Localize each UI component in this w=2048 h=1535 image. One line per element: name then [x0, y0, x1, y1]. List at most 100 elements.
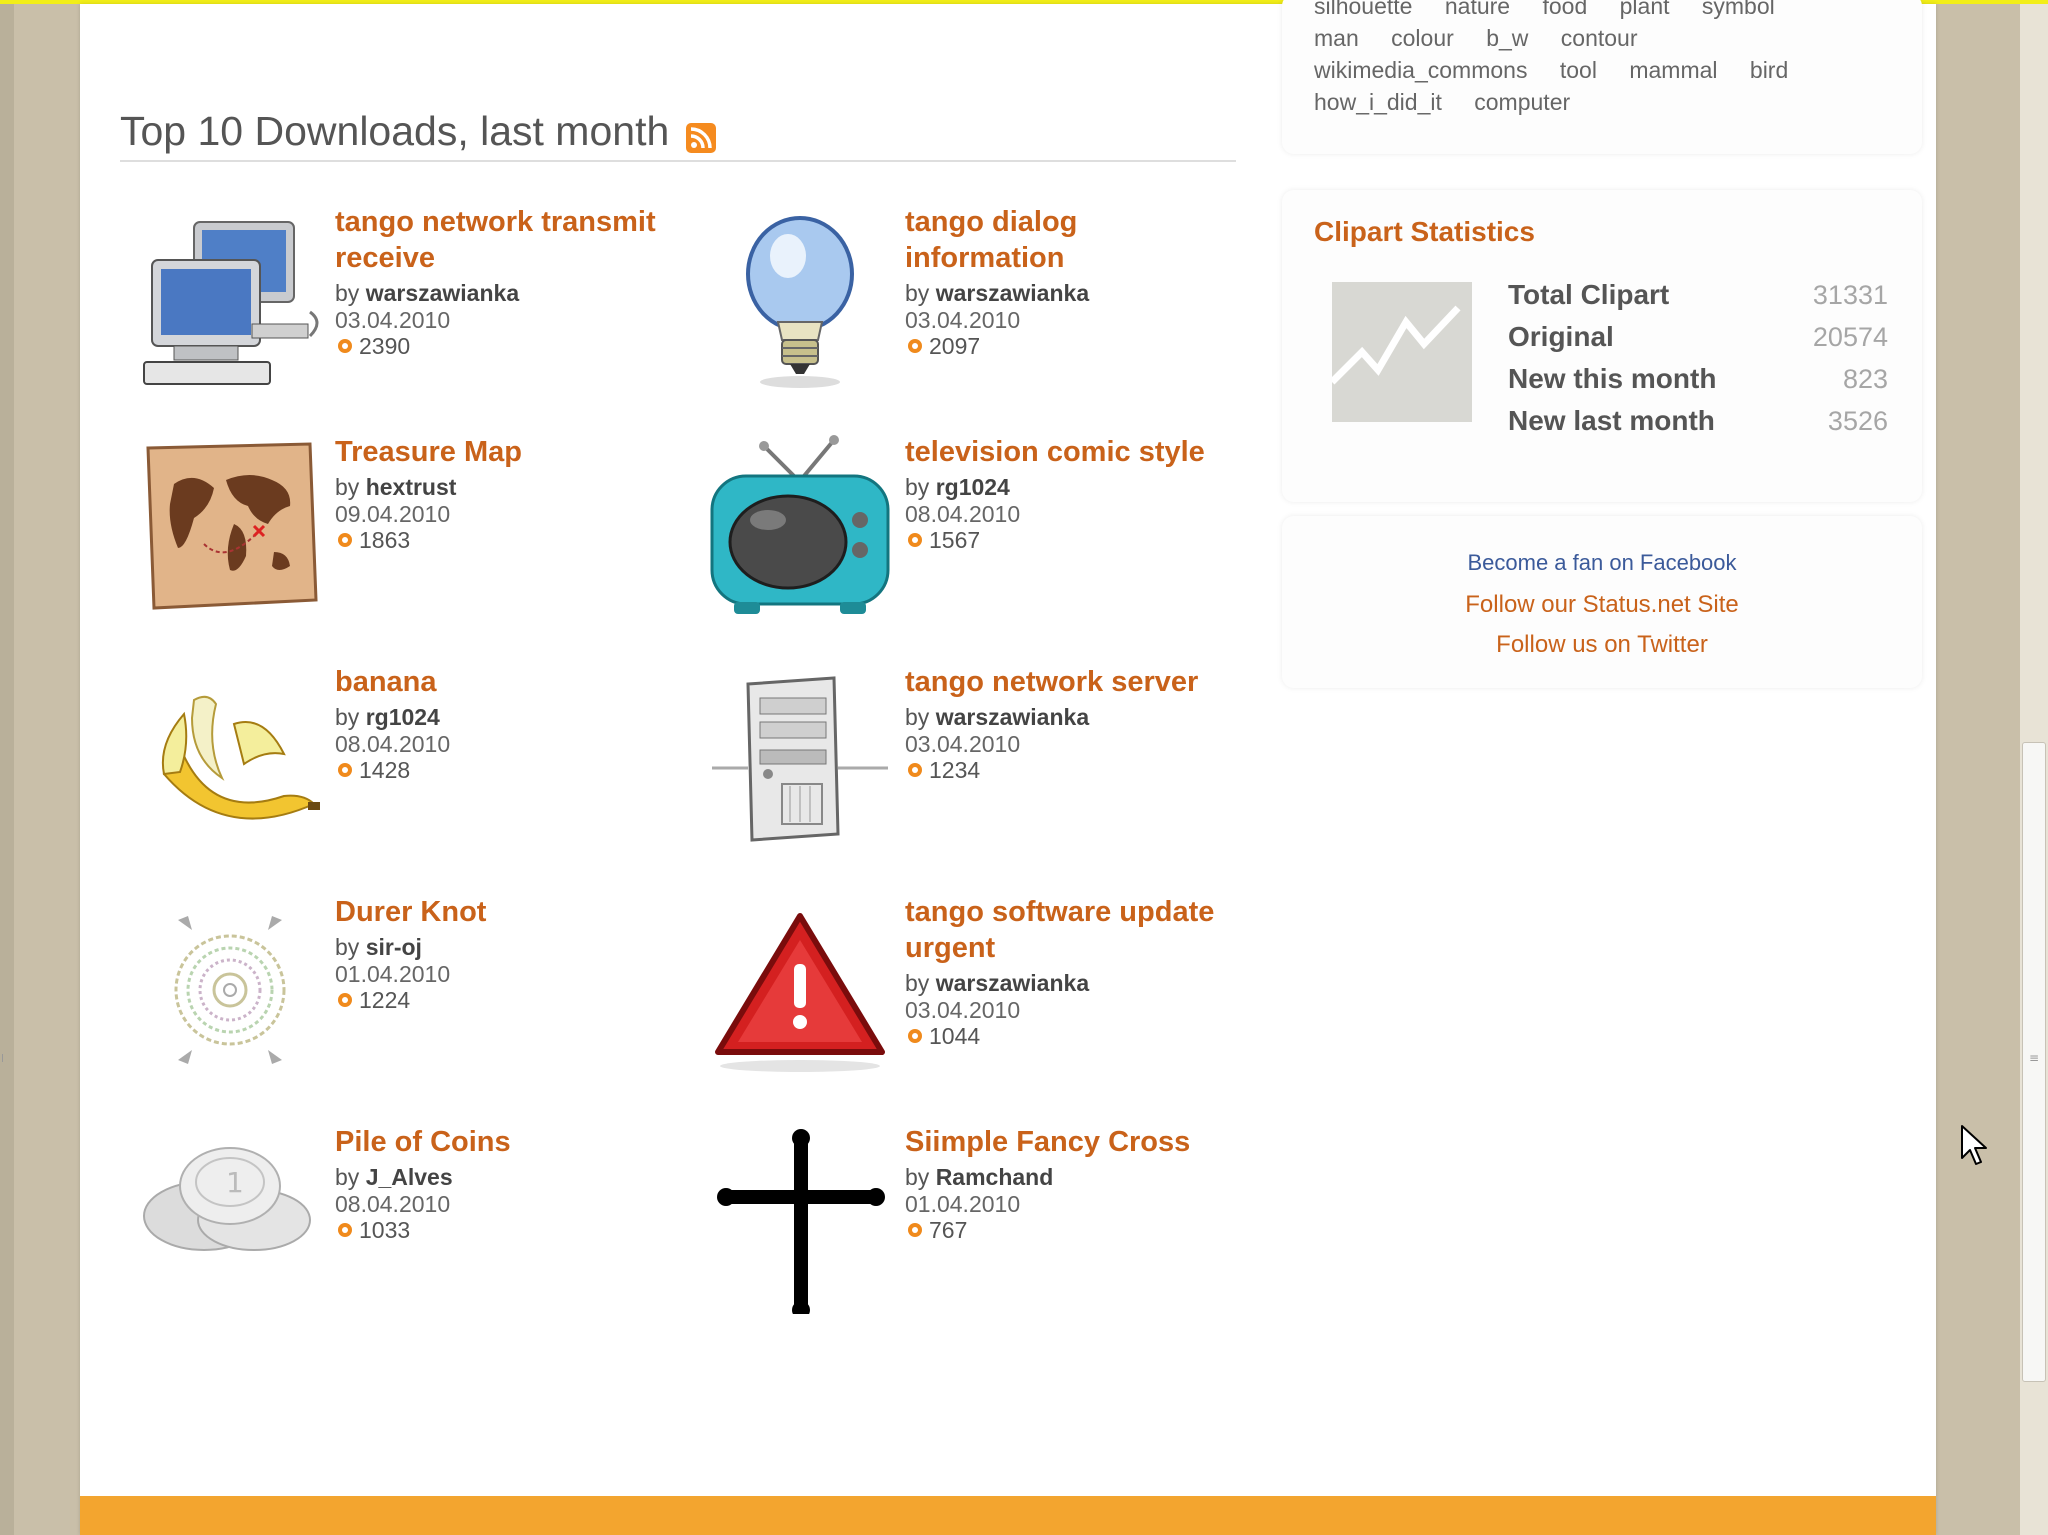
item-author: by rg1024 — [905, 474, 1265, 501]
title-line: tango network transmit — [335, 206, 656, 238]
tag-cloud-box: silhouette nature food plant symbol man … — [1282, 0, 1922, 154]
download-count: 1044 — [929, 1023, 981, 1049]
tag-row: man colour b_w contour — [1314, 22, 1914, 54]
item-title-link[interactable]: tango software update urgent — [905, 894, 1265, 966]
item-title-link[interactable]: banana — [335, 664, 695, 700]
coins-icon[interactable]: 1 — [134, 1124, 324, 1314]
stats-value: 3526 — [1827, 406, 1888, 436]
item-title-link[interactable]: tango dialog information — [905, 204, 1265, 276]
statistics-chart-icon — [1329, 282, 1472, 422]
tag-link[interactable]: b_w — [1486, 25, 1528, 51]
download-count: 1428 — [359, 757, 411, 783]
tag-link[interactable]: contour — [1561, 25, 1638, 51]
item-downloads: 1224 — [335, 987, 695, 1014]
stats-value: 823 — [1842, 364, 1888, 394]
item-info: Treasure Map by hextrust 09.04.2010 1863 — [335, 434, 695, 554]
item-title-link[interactable]: tango network server — [905, 664, 1265, 700]
stats-label: Original — [1508, 321, 1614, 352]
by-label: by — [905, 704, 930, 730]
tag-link[interactable]: computer — [1474, 89, 1570, 115]
author-link[interactable]: warszawianka — [936, 704, 1089, 730]
vertical-scrollbar[interactable]: ≡ — [2020, 4, 2048, 1535]
download-count: 2390 — [359, 333, 411, 359]
server-icon[interactable] — [704, 664, 894, 854]
tag-link[interactable]: silhouette — [1314, 0, 1412, 19]
item-title-link[interactable]: tango network transmit receive — [335, 204, 695, 276]
item-author: by warszawianka — [905, 704, 1265, 731]
author-link[interactable]: Ramchand — [936, 1164, 1054, 1190]
clipart-statistics-box: Clipart Statistics Total Clipart 31331 Or… — [1282, 190, 1922, 502]
by-label: by — [905, 474, 930, 500]
item-info: Pile of Coins by J_Alves 08.04.2010 1033 — [335, 1124, 695, 1244]
stats-title: Clipart Statistics — [1314, 216, 1535, 247]
stats-value: 31331 — [1812, 280, 1888, 310]
author-link[interactable]: warszawianka — [936, 970, 1089, 996]
item-date: 08.04.2010 — [335, 731, 451, 757]
item-downloads: 1234 — [905, 757, 1265, 784]
by-label: by — [905, 1164, 930, 1190]
warning-triangle-icon[interactable] — [704, 894, 894, 1084]
item-author: by rg1024 — [335, 704, 695, 731]
twitter-link[interactable]: Follow us on Twitter — [1282, 631, 1922, 659]
page-content: silhouette nature food plant symbol man … — [80, 0, 1936, 1535]
light-bulb-icon[interactable] — [704, 204, 894, 394]
tag-link[interactable]: colour — [1391, 25, 1454, 51]
footer-bar — [80, 1496, 1936, 1535]
item-title-link[interactable]: television comic style — [905, 434, 1265, 470]
download-item: tango network server by warszawianka 03.… — [704, 664, 1264, 864]
tag-link[interactable]: man — [1314, 25, 1359, 51]
by-label: by — [905, 280, 930, 306]
by-label: by — [335, 934, 360, 960]
rss-icon[interactable] — [686, 122, 717, 153]
computers-icon[interactable] — [134, 204, 324, 394]
item-date: 03.04.2010 — [905, 997, 1021, 1023]
item-date: 03.04.2010 — [905, 307, 1021, 333]
tag-link[interactable]: plant — [1620, 0, 1670, 19]
download-count-icon — [908, 1029, 922, 1043]
facebook-link[interactable]: Become a fan on Facebook — [1282, 550, 1922, 576]
knot-icon[interactable] — [134, 894, 324, 1084]
tag-link[interactable]: mammal — [1629, 57, 1717, 83]
tag-link[interactable]: symbol — [1702, 0, 1775, 19]
item-info: television comic style by rg1024 08.04.2… — [905, 434, 1265, 554]
author-link[interactable]: hextrust — [366, 474, 457, 500]
television-icon[interactable] — [704, 434, 894, 624]
item-title-link[interactable]: Treasure Map — [335, 434, 695, 470]
author-link[interactable]: rg1024 — [366, 704, 440, 730]
by-label: by — [335, 704, 360, 730]
author-link[interactable]: rg1024 — [936, 474, 1010, 500]
item-title-link[interactable]: Siimple Fancy Cross — [905, 1124, 1265, 1160]
item-downloads: 1567 — [905, 527, 1265, 554]
item-date: 03.04.2010 — [335, 307, 451, 333]
author-link[interactable]: sir-oj — [366, 934, 422, 960]
stats-row: Total Clipart 31331 — [1508, 274, 1888, 316]
tag-link[interactable]: wikimedia_commons — [1314, 57, 1527, 83]
item-downloads: 1044 — [905, 1023, 1265, 1050]
author-link[interactable]: warszawianka — [366, 280, 519, 306]
download-item: tango network transmit receive by warszaw… — [134, 204, 694, 404]
item-author: by hextrust — [335, 474, 695, 501]
author-link[interactable]: warszawianka — [936, 280, 1089, 306]
tag-link[interactable]: how_i_did_it — [1314, 89, 1442, 115]
download-count: 1234 — [929, 757, 981, 783]
item-title-link[interactable]: Durer Knot — [335, 894, 695, 930]
tag-row: silhouette nature food plant symbol — [1314, 0, 1914, 22]
tag-link[interactable]: bird — [1750, 57, 1788, 83]
tag-link[interactable]: tool — [1560, 57, 1597, 83]
item-title-link[interactable]: Pile of Coins — [335, 1124, 695, 1160]
author-link[interactable]: J_Alves — [366, 1164, 453, 1190]
item-date: 08.04.2010 — [335, 1191, 451, 1217]
treasure-map-icon[interactable] — [134, 434, 324, 624]
scroll-thumb[interactable]: ≡ — [2022, 742, 2046, 1382]
download-item: 1 Pile of Coins by J_Alves 08.04.2010 10… — [134, 1124, 694, 1324]
download-count-icon — [338, 763, 352, 777]
download-count: 1863 — [359, 527, 411, 553]
banana-icon[interactable] — [134, 664, 324, 854]
cross-icon[interactable] — [704, 1124, 894, 1319]
item-downloads: 1863 — [335, 527, 695, 554]
statusnet-link[interactable]: Follow our Status.net Site — [1282, 591, 1922, 619]
tag-link[interactable]: nature — [1445, 0, 1510, 19]
by-label: by — [335, 280, 360, 306]
download-count-icon — [908, 1223, 922, 1237]
tag-link[interactable]: food — [1542, 0, 1587, 19]
